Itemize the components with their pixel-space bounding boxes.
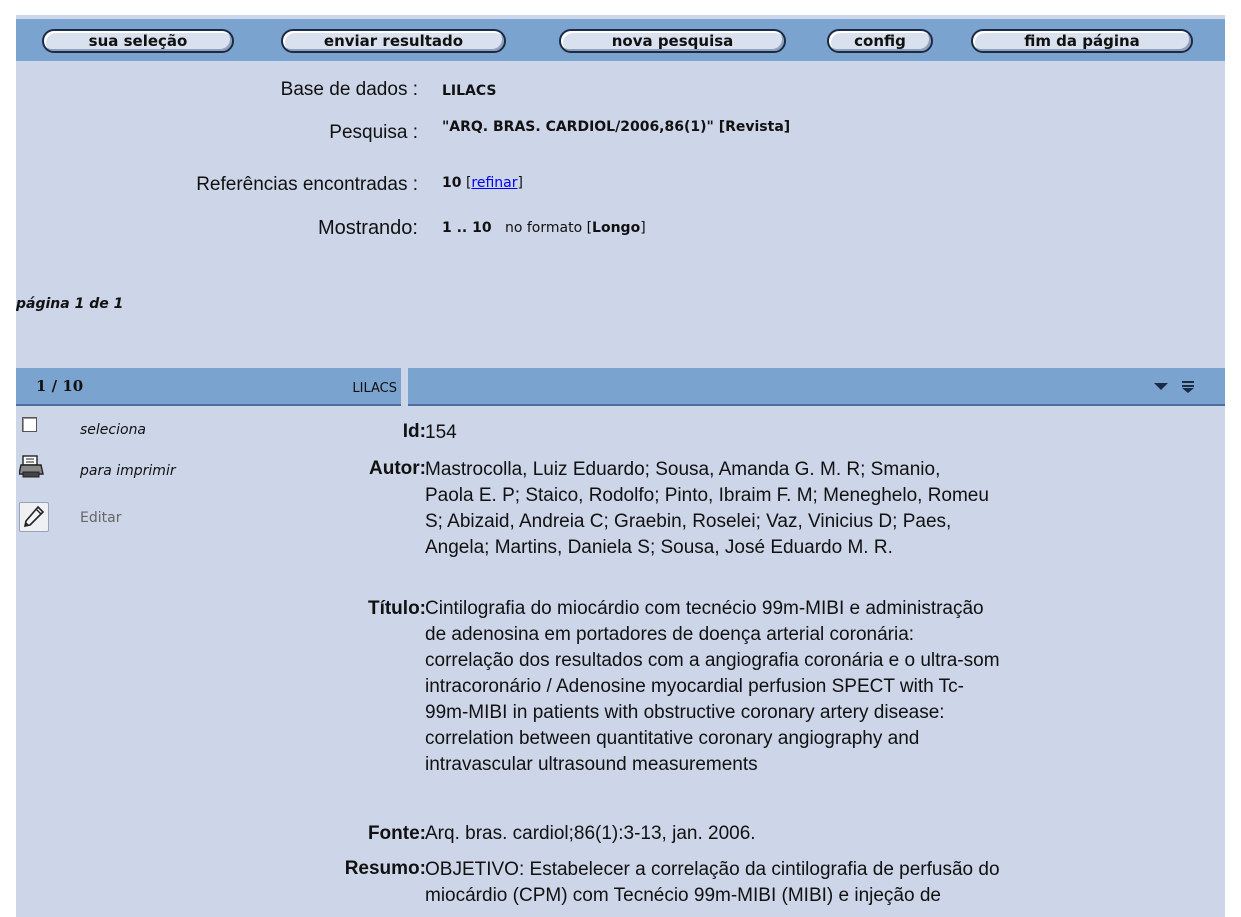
- formato-text: no formato [: [504, 220, 593, 236]
- seleciona-checkbox[interactable]: [22, 417, 37, 432]
- mostrando-label: Mostrando:: [317, 217, 418, 239]
- pesquisa-value: "ARQ. BRAS. CARDIOL/2006,86(1)" [Revista…: [442, 119, 790, 135]
- referencias-value: 10 [refinar]: [442, 175, 523, 191]
- sua-selecao-button[interactable]: sua seleção: [42, 29, 234, 53]
- record-database: LILACS: [352, 381, 397, 396]
- id-value: 154: [425, 422, 457, 443]
- autor-value: Mastrocolla, Luiz Eduardo; Sousa, Amanda…: [425, 459, 989, 558]
- edit-button[interactable]: [19, 502, 49, 532]
- formato-close: ]: [640, 220, 646, 236]
- seleciona-label[interactable]: seleciona: [80, 422, 146, 438]
- enviar-resultado-button[interactable]: enviar resultado: [281, 29, 506, 53]
- base-de-dados-label: Base de dados :: [280, 79, 418, 100]
- printer-icon[interactable]: [19, 454, 45, 480]
- double-bar-down-icon[interactable]: [1181, 380, 1195, 394]
- refinar-bracket-close: ]: [517, 175, 523, 191]
- pesquisa-type: [Revista]: [718, 119, 791, 135]
- mostrando-range: 1 .. 10: [442, 220, 492, 236]
- formato-value: Longo: [592, 220, 641, 236]
- resumo-label: Resumo:: [344, 858, 426, 879]
- titulo-value: Cintilografia do miocárdio com tecnécio …: [425, 598, 1000, 775]
- fonte-value: Arq. bras. cardiol;86(1):3-13, jan. 2006…: [425, 823, 756, 844]
- pesquisa-label: Pesquisa :: [329, 122, 418, 143]
- autor-label: Autor:: [369, 458, 426, 479]
- record-header-left: 1 / 10 LILACS: [16, 368, 401, 406]
- imprimir-label[interactable]: para imprimir: [80, 463, 176, 479]
- fim-da-pagina-button[interactable]: fim da página: [971, 29, 1193, 53]
- pesquisa-query: "ARQ. BRAS. CARDIOL/2006,86(1)": [442, 119, 714, 135]
- referencias-label: Referências encontradas :: [196, 174, 418, 195]
- titulo-label: Título:: [367, 598, 426, 619]
- nova-pesquisa-button[interactable]: nova pesquisa: [559, 29, 786, 53]
- id-label: Id:: [402, 421, 426, 442]
- record-count: 1 / 10: [36, 377, 84, 395]
- pencil-icon: [23, 505, 45, 528]
- resumo-value: OBJETIVO: Estabelecer a correlação da ci…: [425, 859, 1000, 906]
- editar-label[interactable]: Editar: [80, 510, 121, 526]
- pagination-text: página 1 de 1: [16, 296, 124, 312]
- mostrando-value: 1 .. 10 no formato [Longo]: [442, 220, 646, 236]
- triangle-down-icon[interactable]: [1153, 380, 1169, 392]
- config-button[interactable]: config: [827, 29, 933, 53]
- page-background: sua seleção enviar resultado nova pesqui…: [16, 15, 1225, 917]
- refinar-link[interactable]: refinar: [471, 175, 517, 191]
- fonte-label: Fonte:: [367, 823, 426, 844]
- record-header-right: [408, 368, 1225, 406]
- top-toolbar: sua seleção enviar resultado nova pesqui…: [16, 19, 1225, 61]
- referencias-count: 10: [442, 175, 462, 191]
- base-de-dados-value: LILACS: [442, 83, 497, 99]
